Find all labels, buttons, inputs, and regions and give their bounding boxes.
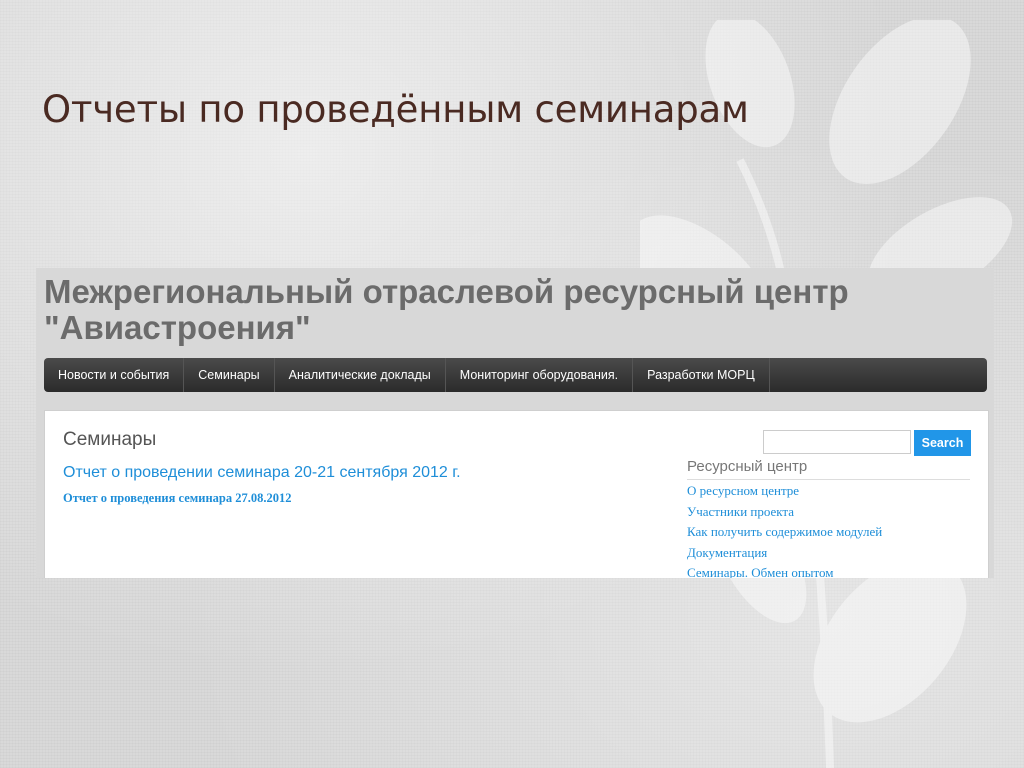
- sidebar-link-participants[interactable]: Участники проекта: [687, 504, 794, 519]
- list-item: Участники проекта: [687, 503, 882, 521]
- main-nav: Новости и события Семинары Аналитические…: [44, 358, 987, 392]
- content-panel: Семинары Отчет о проведении семинара 20-…: [44, 410, 989, 578]
- sidebar-link-about[interactable]: О ресурсном центре: [687, 483, 799, 498]
- report-link[interactable]: Отчет о проведения семинара 27.08.2012: [63, 491, 292, 506]
- sidebar-links: О ресурсном центре Участники проекта Как…: [687, 482, 882, 578]
- list-item: Как получить содержимое модулей: [687, 523, 882, 541]
- list-item: О ресурсном центре: [687, 482, 882, 500]
- website-screenshot: Межрегиональный отраслевой ресурсный цен…: [36, 268, 994, 578]
- sidebar-link-modules[interactable]: Как получить содержимое модулей: [687, 524, 882, 539]
- nav-item-analytics[interactable]: Аналитические доклады: [275, 358, 446, 392]
- sidebar-heading: Ресурсный центр: [687, 458, 970, 480]
- nav-item-developments[interactable]: Разработки МОРЦ: [633, 358, 770, 392]
- page-heading: Семинары: [63, 429, 157, 450]
- report-link[interactable]: Отчет о проведении семинара 20-21 сентяб…: [63, 464, 461, 482]
- site-title: Межрегиональный отраслевой ресурсный цен…: [44, 273, 849, 346]
- nav-item-seminars[interactable]: Семинары: [184, 358, 275, 392]
- search-button[interactable]: Search: [914, 430, 971, 456]
- slide-title: Отчеты по проведённым семинарам: [42, 88, 749, 131]
- nav-item-news[interactable]: Новости и события: [44, 358, 185, 392]
- sidebar-link-documentation[interactable]: Документация: [687, 545, 767, 560]
- search-input[interactable]: [763, 430, 911, 454]
- list-item: Семинары. Обмен опытом: [687, 564, 882, 578]
- nav-item-monitoring[interactable]: Мониторинг оборудования.: [446, 358, 634, 392]
- list-item: Документация: [687, 544, 882, 562]
- sidebar-link-seminars-exchange[interactable]: Семинары. Обмен опытом: [687, 565, 834, 578]
